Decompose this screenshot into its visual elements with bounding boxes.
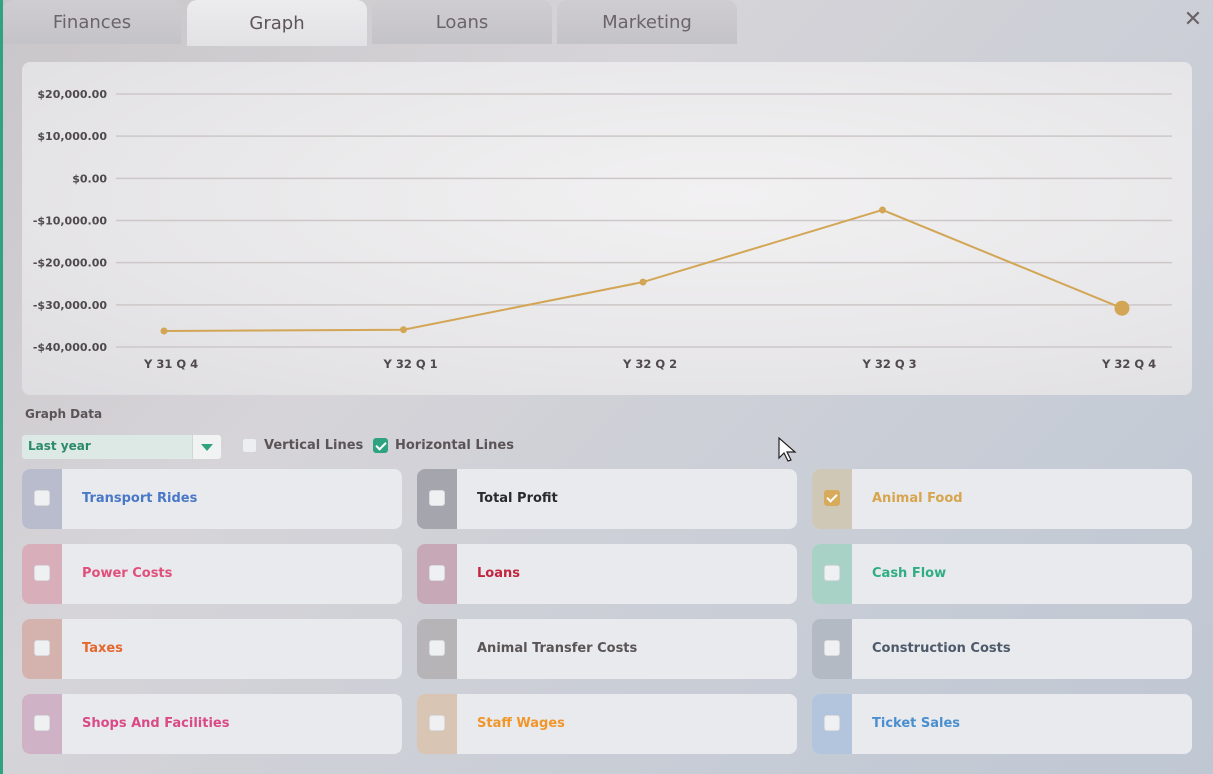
data-point	[879, 206, 886, 214]
chevron-down-icon[interactable]	[192, 435, 221, 459]
y-tick-label: $10,000.00	[37, 130, 107, 143]
series-checkbox[interactable]	[824, 565, 840, 581]
series-checkbox[interactable]	[34, 640, 50, 656]
series-checkbox[interactable]	[34, 715, 50, 731]
y-tick-label: -$30,000.00	[33, 299, 107, 312]
series-label: Construction Costs	[872, 641, 1011, 656]
series-color-swatch	[812, 469, 852, 529]
series-card-animal-transfer-costs[interactable]: Animal Transfer Costs	[417, 619, 797, 679]
series-card-taxes[interactable]: Taxes	[22, 619, 402, 679]
data-point	[639, 278, 647, 286]
series-label: Total Profit	[477, 491, 558, 506]
series-checkbox[interactable]	[34, 490, 50, 506]
data-point	[400, 326, 407, 334]
series-color-swatch	[812, 619, 852, 679]
x-tick-label: Y 32 Q 2	[622, 357, 677, 371]
period-dropdown[interactable]: Last year	[22, 435, 221, 459]
series-color-swatch	[812, 544, 852, 604]
x-tick-label: Y 32 Q 4	[1101, 357, 1156, 371]
series-card-shops-and-facilities[interactable]: Shops And Facilities	[22, 694, 402, 754]
series-color-swatch	[22, 544, 62, 604]
series-checkbox[interactable]	[824, 715, 840, 731]
series-color-swatch	[417, 619, 457, 679]
finance-chart: $20,000.00 $10,000.00 $0.00 -$10,000.00 -$20…	[22, 62, 1192, 395]
series-color-swatch	[812, 694, 852, 754]
series-card-construction-costs[interactable]: Construction Costs	[812, 619, 1192, 679]
series-checkbox[interactable]	[824, 640, 840, 656]
vertical-lines-checkbox[interactable]	[242, 438, 257, 453]
series-card-staff-wages[interactable]: Staff Wages	[417, 694, 797, 754]
tab-graph[interactable]: Graph	[187, 0, 367, 46]
x-tick-label: Y 31 Q 4	[143, 357, 198, 371]
horizontal-lines-checkbox[interactable]	[373, 438, 388, 453]
series-card-power-costs[interactable]: Power Costs	[22, 544, 402, 604]
series-color-swatch	[22, 694, 62, 754]
x-tick-label: Y 32 Q 3	[862, 357, 917, 371]
series-color-swatch	[22, 469, 62, 529]
series-card-transport-rides[interactable]: Transport Rides	[22, 469, 402, 529]
series-label: Ticket Sales	[872, 716, 961, 731]
series-label: Staff Wages	[477, 716, 565, 731]
vertical-lines-toggle[interactable]: Vertical Lines	[242, 438, 363, 453]
series-checkbox[interactable]	[34, 565, 50, 581]
tab-bar: Finances Graph Loans Marketing ✕	[0, 0, 1213, 46]
close-icon[interactable]: ✕	[1181, 8, 1205, 32]
series-label: Power Costs	[82, 566, 173, 581]
series-label: Loans	[477, 566, 520, 581]
period-dropdown-value: Last year	[28, 439, 91, 453]
y-tick-label: -$10,000.00	[33, 215, 107, 228]
x-tick-label: Y 32 Q 1	[383, 357, 438, 371]
series-checkbox[interactable]	[824, 490, 840, 506]
series-checkbox[interactable]	[429, 490, 445, 506]
series-color-swatch	[417, 469, 457, 529]
y-tick-label: $20,000.00	[37, 88, 107, 101]
series-color-swatch	[417, 694, 457, 754]
series-card-loans[interactable]: Loans	[417, 544, 797, 604]
mouse-cursor-icon	[778, 437, 797, 462]
series-checkbox[interactable]	[429, 715, 445, 731]
series-label: Shops And Facilities	[82, 716, 230, 731]
horizontal-lines-toggle[interactable]: Horizontal Lines	[373, 438, 514, 453]
vertical-lines-label: Vertical Lines	[264, 438, 364, 453]
data-point[interactable]	[1114, 300, 1130, 316]
series-line	[163, 208, 1123, 332]
series-label: Taxes	[82, 641, 123, 656]
series-label: Animal Food	[872, 491, 963, 506]
y-tick-label: $0.00	[72, 172, 107, 185]
series-label: Transport Rides	[82, 491, 198, 506]
window-edge	[0, 0, 3, 774]
y-tick-label: -$20,000.00	[33, 257, 107, 270]
series-checkbox[interactable]	[429, 640, 445, 656]
tab-marketing[interactable]: Marketing	[557, 0, 737, 44]
data-point	[160, 327, 168, 335]
line-chart: $20,000.00 $10,000.00 $0.00 -$10,000.00 -$20…	[33, 88, 1172, 371]
series-color-swatch	[417, 544, 457, 604]
tab-finances[interactable]: Finances	[3, 0, 181, 44]
series-color-swatch	[22, 619, 62, 679]
graph-data-label: Graph Data	[25, 407, 103, 421]
series-label: Animal Transfer Costs	[477, 641, 638, 656]
series-card-cash-flow[interactable]: Cash Flow	[812, 544, 1192, 604]
series-card-animal-food[interactable]: Animal Food	[812, 469, 1192, 529]
horizontal-lines-label: Horizontal Lines	[395, 438, 514, 453]
series-label: Cash Flow	[872, 566, 947, 581]
y-tick-label: -$40,000.00	[33, 341, 107, 354]
series-card-ticket-sales[interactable]: Ticket Sales	[812, 694, 1192, 754]
tab-loans[interactable]: Loans	[372, 0, 552, 44]
series-checkbox[interactable]	[429, 565, 445, 581]
series-card-total-profit[interactable]: Total Profit	[417, 469, 797, 529]
